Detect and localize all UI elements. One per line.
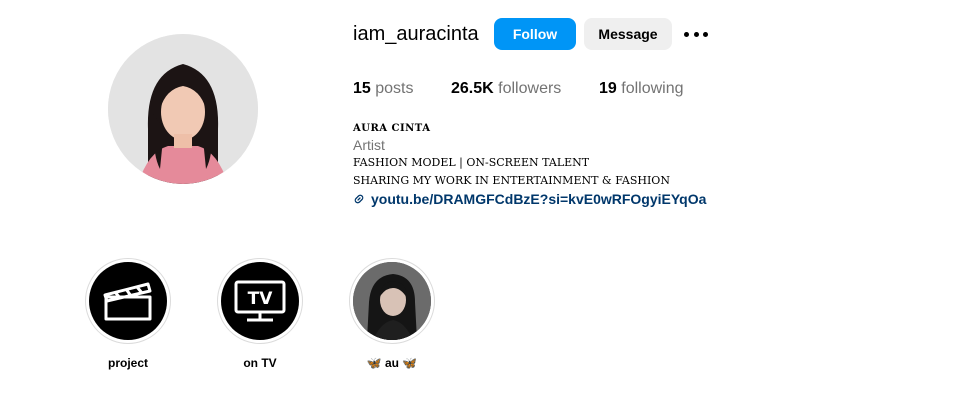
following-label: following	[621, 80, 684, 97]
bio-line-1: FASHION MODEL | ON-SCREEN TALENT	[353, 156, 590, 169]
svg-text:TV: TV	[248, 289, 274, 309]
followers-count: 26.5K	[451, 80, 494, 97]
follow-button[interactable]: Follow	[494, 18, 576, 50]
highlight-label: project	[107, 356, 148, 370]
tv-icon: TV	[234, 280, 286, 322]
highlight-label: on TV	[243, 356, 277, 370]
highlight-photo	[353, 262, 431, 340]
bio-category: Artist	[353, 137, 385, 153]
highlight-cover: TV	[221, 262, 299, 340]
posts-stat: 15 posts	[353, 80, 414, 98]
highlight-on-tv[interactable]: TV on TV	[217, 258, 303, 370]
highlight-project[interactable]: project	[85, 258, 171, 370]
highlight-ring: TV	[217, 258, 303, 344]
highlight-ring	[85, 258, 171, 344]
following-stat[interactable]: 19 following	[599, 80, 684, 98]
bio-link[interactable]: youtu.be/DRAMGFCdBzE?si=kvE0wRFOgyiEYqOa	[353, 191, 706, 207]
followers-stat[interactable]: 26.5K followers	[451, 80, 561, 98]
posts-count: 15	[353, 80, 371, 97]
highlight-cover	[353, 262, 431, 340]
following-count: 19	[599, 80, 617, 97]
highlight-label: 🦋 au 🦋	[366, 356, 418, 370]
avatar-photo	[108, 34, 258, 184]
highlight-ring	[349, 258, 435, 344]
profile-username: iam_auracinta	[353, 23, 479, 45]
profile-avatar[interactable]	[108, 34, 258, 184]
followers-label: followers	[498, 80, 562, 97]
link-icon	[354, 194, 364, 204]
bio-line-2: SHARING MY WORK IN ENTERTAINMENT & FASHI…	[353, 174, 670, 187]
posts-label: posts	[375, 80, 414, 97]
bio-name: AURA CINTA	[353, 123, 431, 134]
highlight-cover	[89, 262, 167, 340]
message-button[interactable]: Message	[584, 18, 672, 50]
bio-link-text: youtu.be/DRAMGFCdBzE?si=kvE0wRFOgyiEYqOa	[371, 191, 707, 207]
more-options-icon[interactable]	[684, 24, 708, 44]
clapperboard-icon	[103, 282, 152, 321]
highlight-au[interactable]: 🦋 au 🦋	[349, 258, 435, 370]
